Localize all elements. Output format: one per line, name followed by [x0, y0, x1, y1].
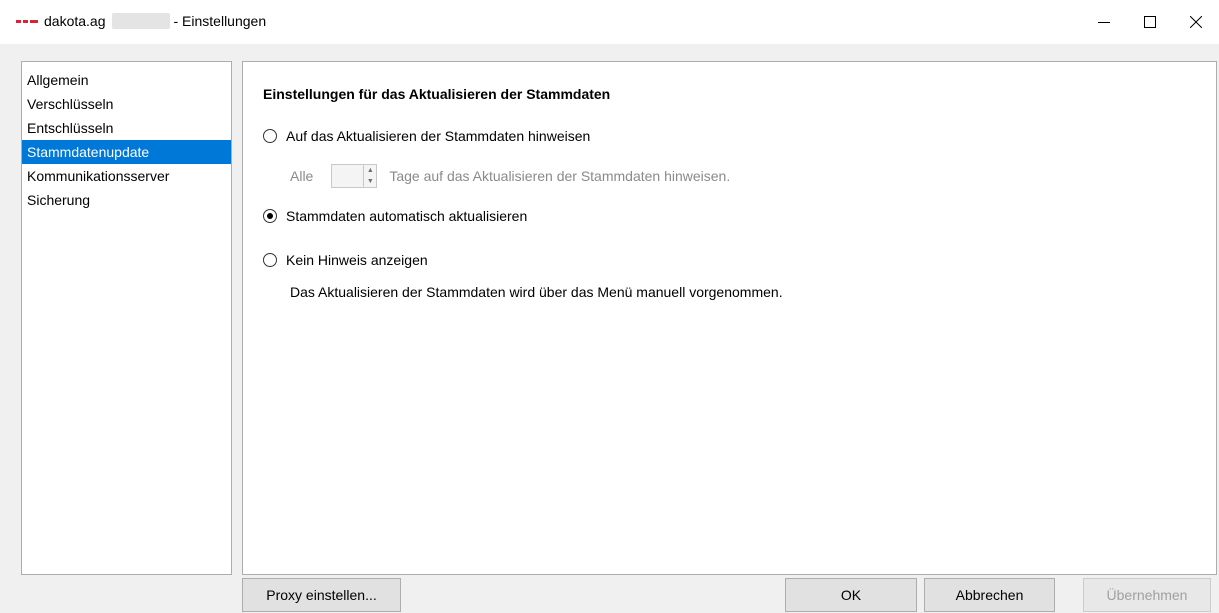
radio-auto-label: Stammdaten automatisch aktualisieren: [286, 208, 528, 224]
close-button[interactable]: [1173, 0, 1219, 44]
radio-notify-indicator[interactable]: [263, 129, 277, 143]
nav-item-verschluesseln[interactable]: Verschlüsseln: [22, 92, 231, 116]
radio-no-hint[interactable]: Kein Hinweis anzeigen: [263, 252, 428, 268]
spinner-buttons[interactable]: ▲ ▼: [363, 165, 377, 187]
spin-down-icon[interactable]: ▼: [364, 176, 376, 187]
radio-no-hint-indicator[interactable]: [263, 253, 277, 267]
radio-notify-label: Auf das Aktualisieren der Stammdaten hin…: [286, 128, 591, 144]
window-title-suffix: - Einstellungen: [173, 13, 267, 29]
radio-auto-update[interactable]: Stammdaten automatisch aktualisieren: [263, 208, 527, 224]
window-title: dakota.ag - Einstellungen: [44, 13, 266, 29]
spin-up-icon[interactable]: ▲: [364, 165, 376, 176]
nav-item-stammdatenupdate[interactable]: Stammdatenupdate: [22, 140, 231, 164]
section-title: Einstellungen für das Aktualisieren der …: [263, 86, 611, 102]
manual-update-hint: Das Aktualisieren der Stammdaten wird üb…: [290, 284, 783, 300]
ok-button[interactable]: OK: [785, 578, 917, 612]
settings-category-list: Allgemein Verschlüsseln Entschlüsseln St…: [21, 61, 232, 575]
nav-item-entschluesseln[interactable]: Entschlüsseln: [22, 116, 231, 140]
settings-panel: Einstellungen für das Aktualisieren der …: [242, 61, 1217, 575]
redacted-title-part: [111, 13, 170, 29]
radio-no-hint-label: Kein Hinweis anzeigen: [286, 252, 428, 268]
interval-row: Alle ▲ ▼ Tage auf das Aktualisieren der …: [290, 164, 730, 188]
radio-notify-update[interactable]: Auf das Aktualisieren der Stammdaten hin…: [263, 128, 590, 144]
nav-item-kommunikationsserver[interactable]: Kommunikationsserver: [22, 164, 231, 188]
interval-suffix: Tage auf das Aktualisieren der Stammdate…: [389, 168, 731, 184]
radio-auto-indicator[interactable]: [263, 209, 277, 223]
nav-item-sicherung[interactable]: Sicherung: [22, 188, 231, 212]
interval-prefix: Alle: [290, 168, 314, 184]
close-icon: [1190, 16, 1202, 28]
app-logo-icon: [16, 20, 38, 24]
window-app-name: dakota.ag: [44, 13, 106, 29]
days-interval-spinner[interactable]: ▲ ▼: [331, 164, 378, 188]
proxy-settings-button[interactable]: Proxy einstellen...: [242, 578, 401, 612]
maximize-icon: [1144, 16, 1156, 28]
title-bar: dakota.ag - Einstellungen: [0, 0, 1219, 44]
minimize-icon: [1098, 22, 1110, 23]
maximize-button[interactable]: [1127, 0, 1173, 44]
cancel-button[interactable]: Abbrechen: [924, 578, 1055, 612]
apply-button[interactable]: Übernehmen: [1083, 578, 1211, 612]
minimize-button[interactable]: [1081, 0, 1127, 44]
nav-item-allgemein[interactable]: Allgemein: [22, 68, 231, 92]
